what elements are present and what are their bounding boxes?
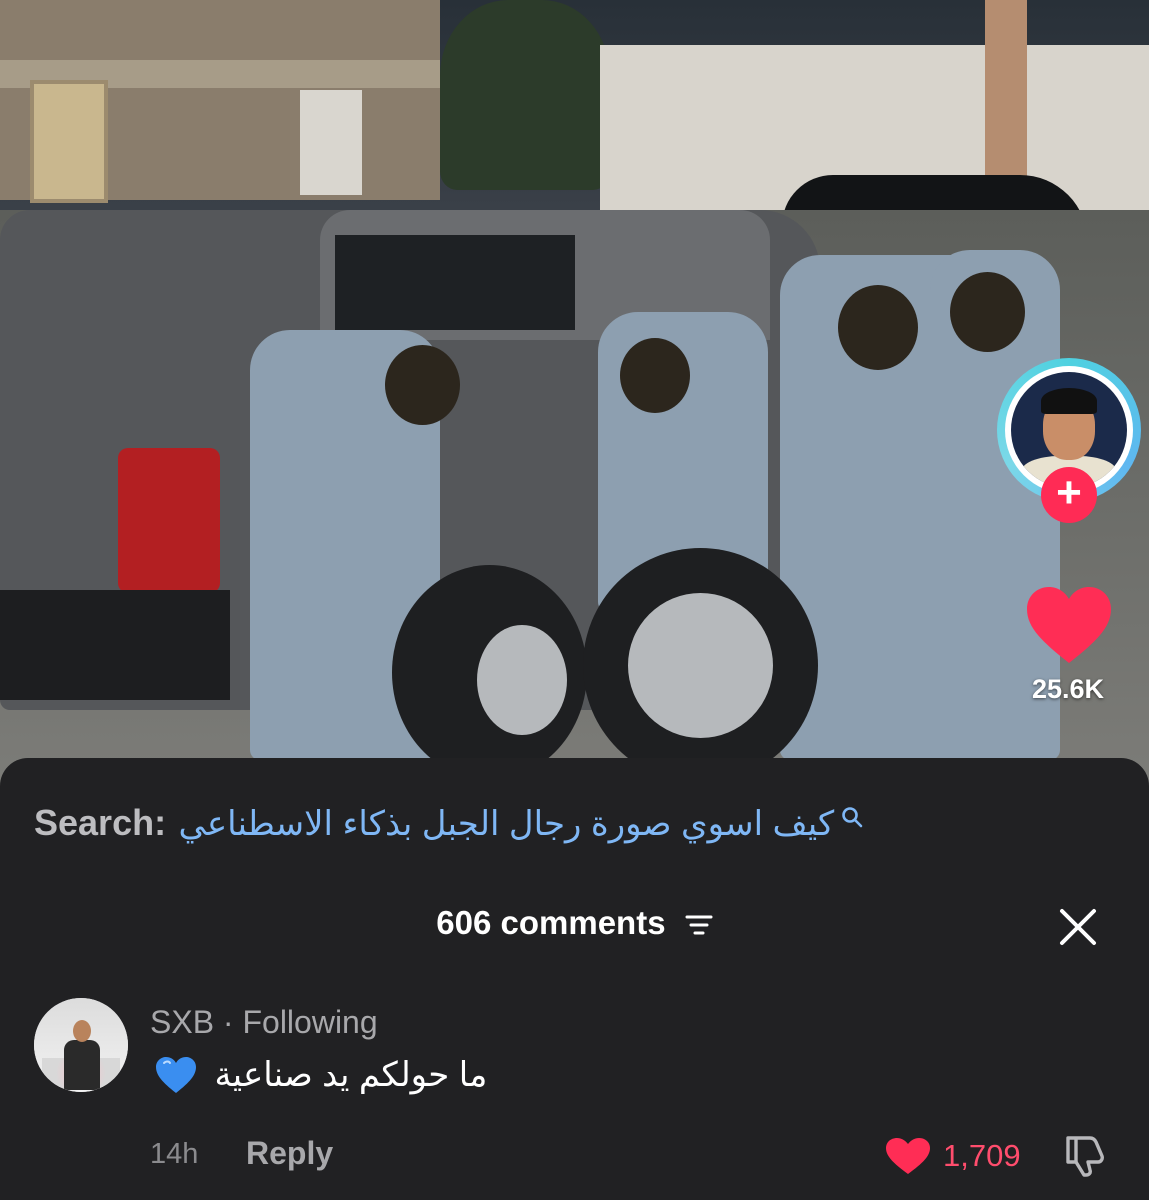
search-suggestion[interactable]: Search: كيف اسوي صورة رجال الجبل بذكاء ا… (34, 802, 863, 852)
video-gas-mask (385, 345, 460, 425)
video-gas-mask (838, 285, 918, 370)
comment-author[interactable]: SXB (150, 1004, 214, 1040)
video-player[interactable] (0, 0, 1149, 800)
video-tree (440, 0, 610, 190)
video-tire (392, 565, 587, 780)
comments-header: 606 comments (0, 904, 1149, 942)
comment-text: ما حولكم يد صناعية (214, 1056, 488, 1094)
filter-icon[interactable] (685, 912, 713, 938)
comment-time: 14h (150, 1138, 199, 1170)
reply-button[interactable]: Reply (246, 1135, 333, 1172)
comment-body: ما حولكم يد صناعية (154, 1055, 487, 1095)
video-tire (583, 548, 818, 783)
comment-like-icon[interactable] (884, 1136, 932, 1176)
search-query[interactable]: كيف اسوي صورة رجال الجبل بذكاء الاسطناعي (179, 805, 835, 843)
close-icon[interactable] (1058, 907, 1098, 947)
commenter-avatar[interactable] (34, 998, 128, 1092)
follow-plus-icon[interactable]: + (1041, 467, 1097, 523)
following-label: Following (242, 1004, 378, 1040)
comments-count: 606 comments (436, 904, 666, 941)
search-label: Search: (34, 802, 167, 843)
video-gas-mask (620, 338, 690, 413)
comment-like-count: 1,709 (943, 1138, 1021, 1173)
search-icon (841, 807, 862, 828)
comment-author-row: SXB · Following (150, 1004, 378, 1041)
thumbs-down-icon[interactable] (1062, 1132, 1108, 1178)
blue-heart-icon (156, 1057, 196, 1093)
heart-icon[interactable] (1025, 585, 1113, 665)
like-count: 25.6K (1031, 674, 1105, 704)
video-house (0, 0, 440, 203)
author-separator: · (214, 1004, 243, 1040)
video-gas-mask (950, 272, 1025, 352)
